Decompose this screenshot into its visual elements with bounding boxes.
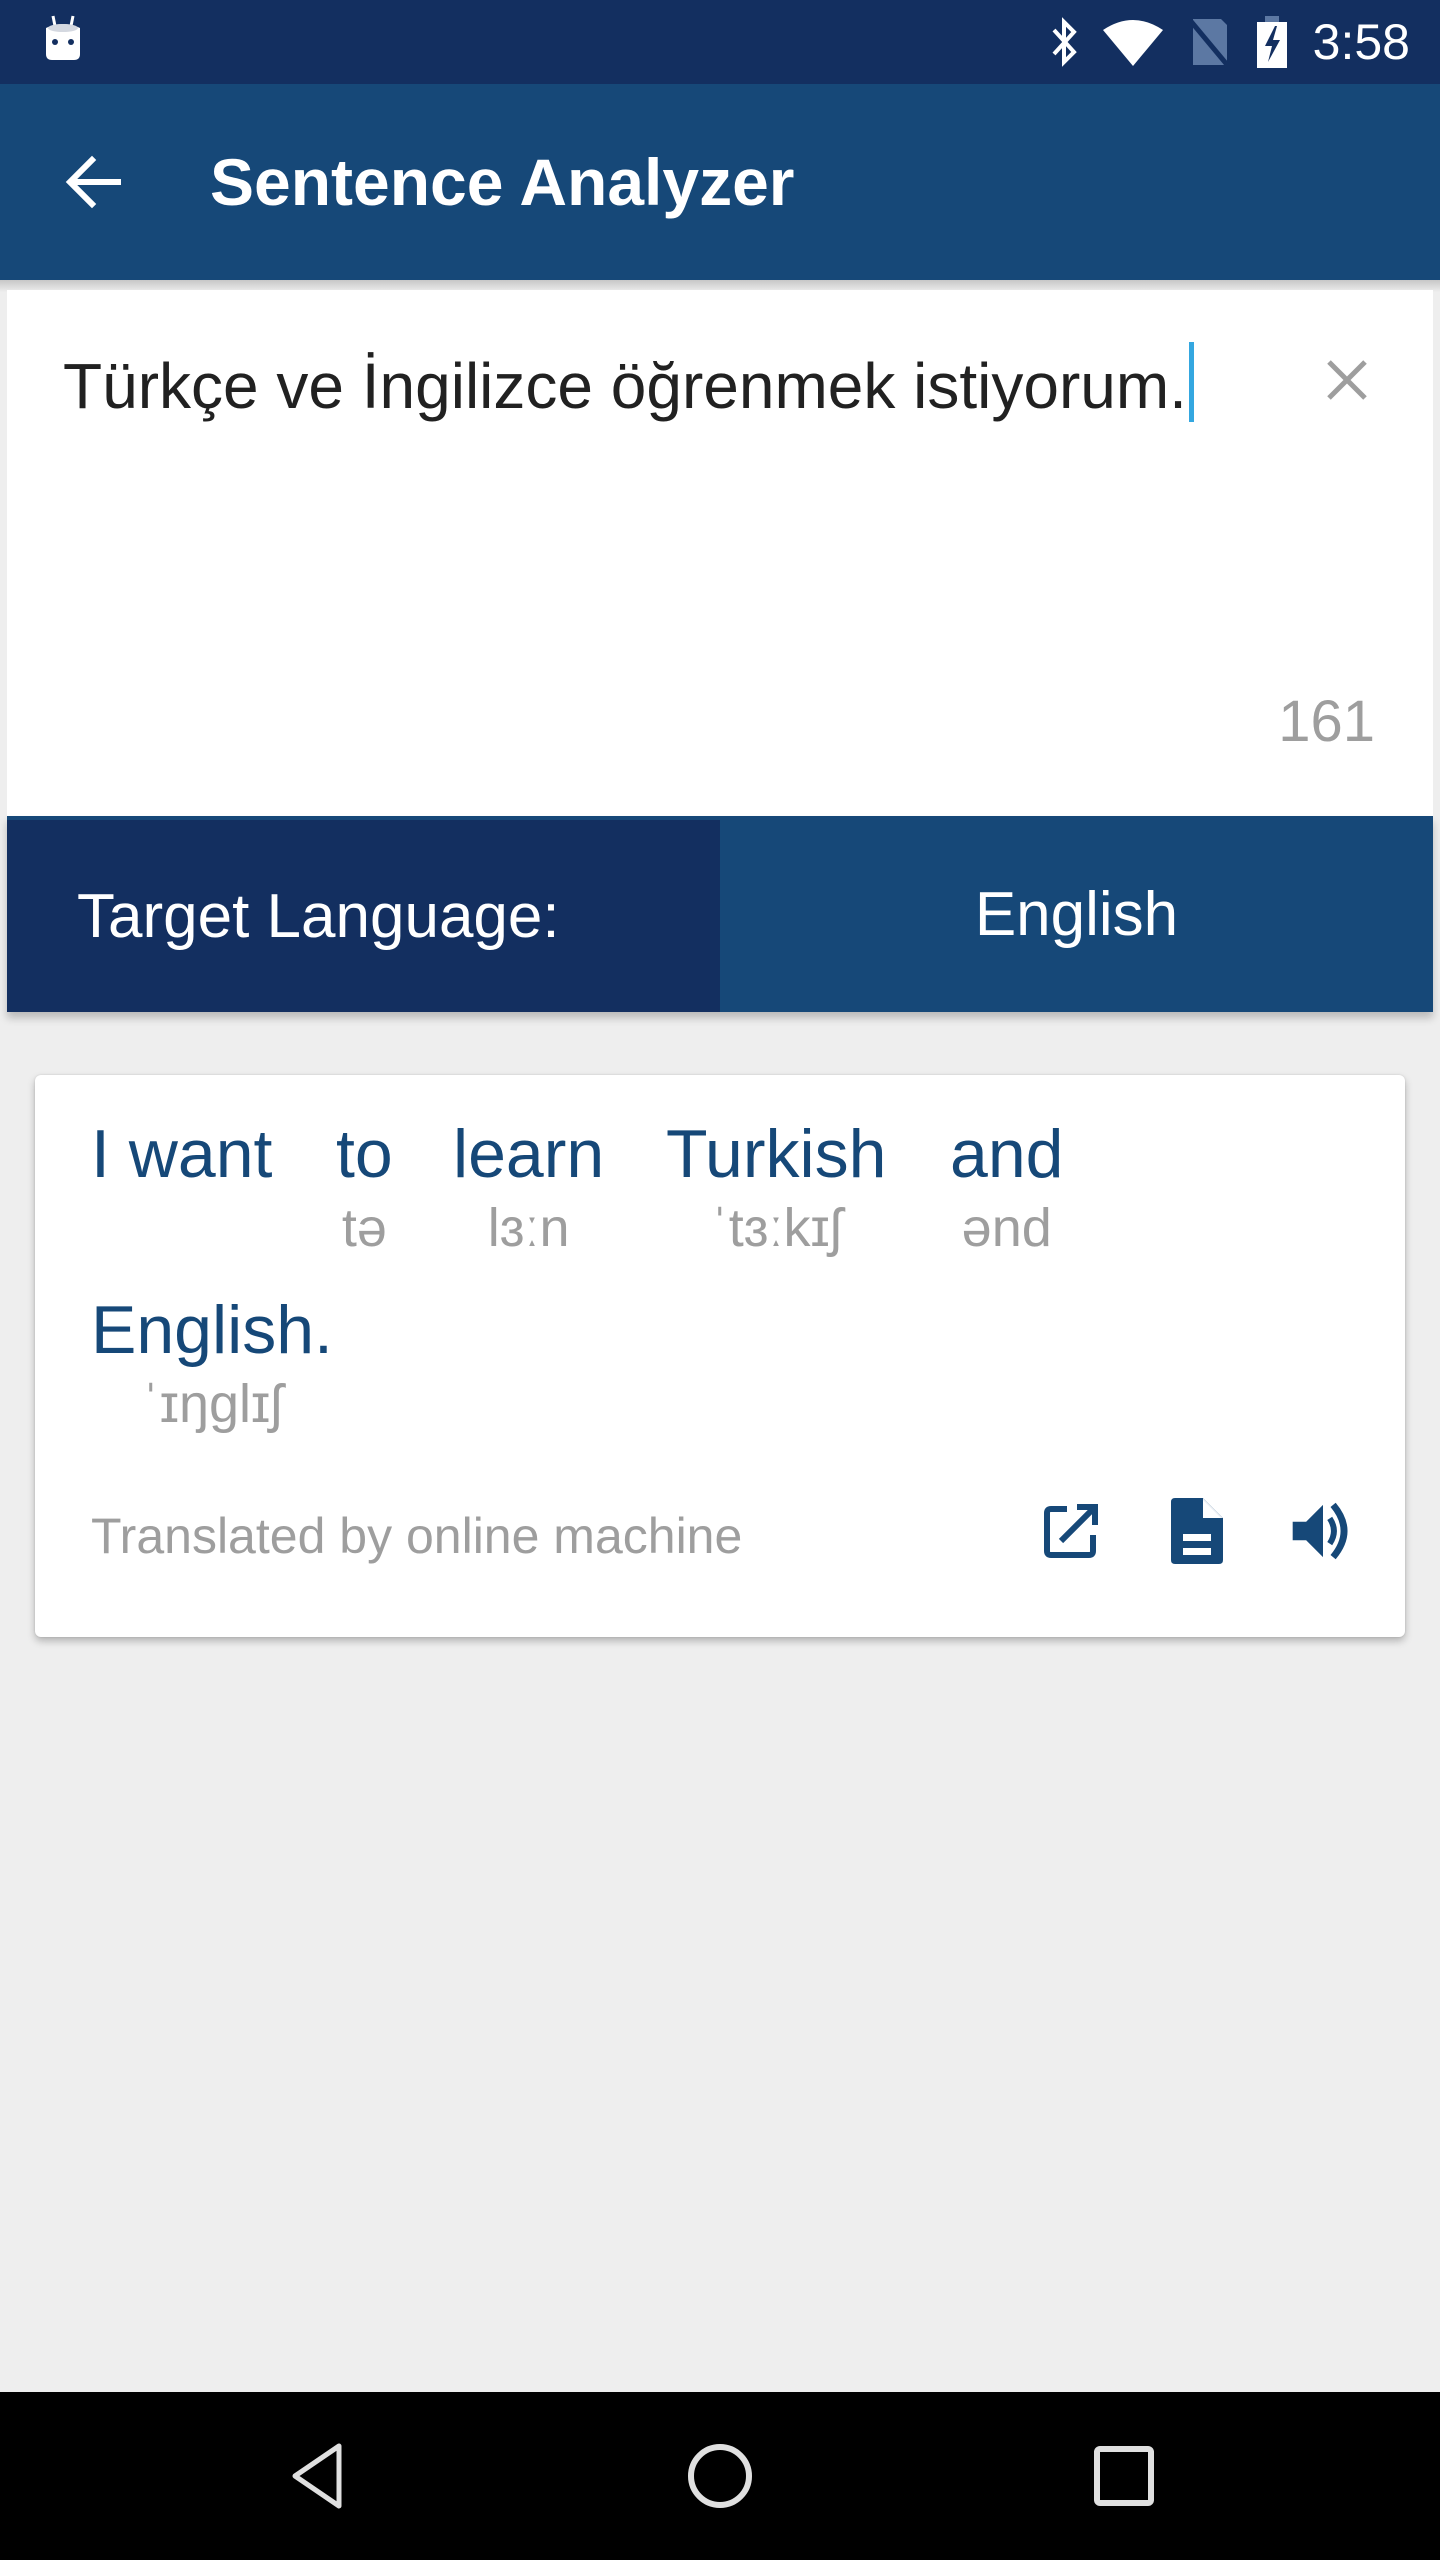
document-button[interactable] (1165, 1495, 1229, 1567)
no-sim-icon (1186, 17, 1231, 69)
word-item[interactable]: English. ˈɪŋglɪʃ (91, 1291, 333, 1435)
word-item[interactable]: to tə (336, 1115, 393, 1259)
back-nav-icon[interactable] (283, 2440, 355, 2512)
word-phonetic: lɜːn (487, 1198, 570, 1258)
word-item[interactable]: learn lɜːn (453, 1115, 604, 1259)
open-in-new-button[interactable] (1039, 1495, 1103, 1567)
word-text: I want (91, 1116, 273, 1192)
arrow-back-icon[interactable] (62, 150, 126, 214)
word-text: to (336, 1116, 393, 1192)
word-phonetic: tə (341, 1198, 387, 1258)
status-icons: 3:58 (1049, 0, 1410, 84)
page-title: Sentence Analyzer (210, 145, 795, 219)
target-language-bar: Target Language: English (7, 816, 1433, 1012)
word-item[interactable]: I want (91, 1115, 272, 1197)
word-text: learn (453, 1116, 605, 1192)
sentence-input[interactable]: Türkçe ve İngilizce öğrenmek istiyorum. (63, 338, 1213, 434)
word-text: Turkish (666, 1116, 887, 1192)
close-icon[interactable] (1319, 352, 1375, 408)
document-icon (1171, 1498, 1223, 1564)
status-bar: 3:58 (0, 0, 1440, 84)
target-language-label: Target Language: (7, 820, 720, 1012)
home-nav-icon[interactable] (684, 2440, 756, 2512)
battery-charging-icon (1256, 16, 1287, 68)
bluetooth-icon (1052, 17, 1077, 67)
result-actions (1039, 1495, 1355, 1567)
app-bar: Sentence Analyzer (0, 84, 1440, 280)
sentence-input-card: Türkçe ve İngilizce öğrenmek istiyorum. … (7, 290, 1433, 816)
speak-button[interactable] (1291, 1495, 1355, 1567)
word-text: English. (91, 1292, 333, 1368)
android-notification-icon (46, 15, 80, 60)
word-phonetic: ˈtɜːkɪʃ (710, 1198, 842, 1258)
word-text: and (950, 1116, 1064, 1192)
sentence-input-text: Türkçe ve İngilizce öğrenmek istiyorum. (63, 350, 1187, 422)
character-count: 161 (1278, 689, 1375, 754)
recents-nav-icon[interactable] (1088, 2440, 1160, 2512)
word-phonetic: ˈɪŋglɪʃ (141, 1374, 283, 1434)
translation-result-card: I want to tə learn lɜːn Turkish ˈtɜːkɪʃ … (35, 1075, 1405, 1637)
target-language-selector[interactable]: English (720, 816, 1433, 1012)
translation-credit: Translated by online machine (91, 1508, 743, 1564)
system-navigation-bar (0, 2392, 1440, 2560)
open-in-new-icon (1044, 1504, 1098, 1558)
word-phonetic: ənd (961, 1198, 1052, 1258)
word-item[interactable]: and ənd (950, 1115, 1063, 1259)
text-caret (1188, 342, 1194, 422)
wifi-icon (1102, 20, 1163, 66)
volume-up-icon (1292, 1502, 1348, 1560)
word-item[interactable]: Turkish ˈtɜːkɪʃ (666, 1115, 886, 1259)
clock: 3:58 (1312, 14, 1410, 70)
